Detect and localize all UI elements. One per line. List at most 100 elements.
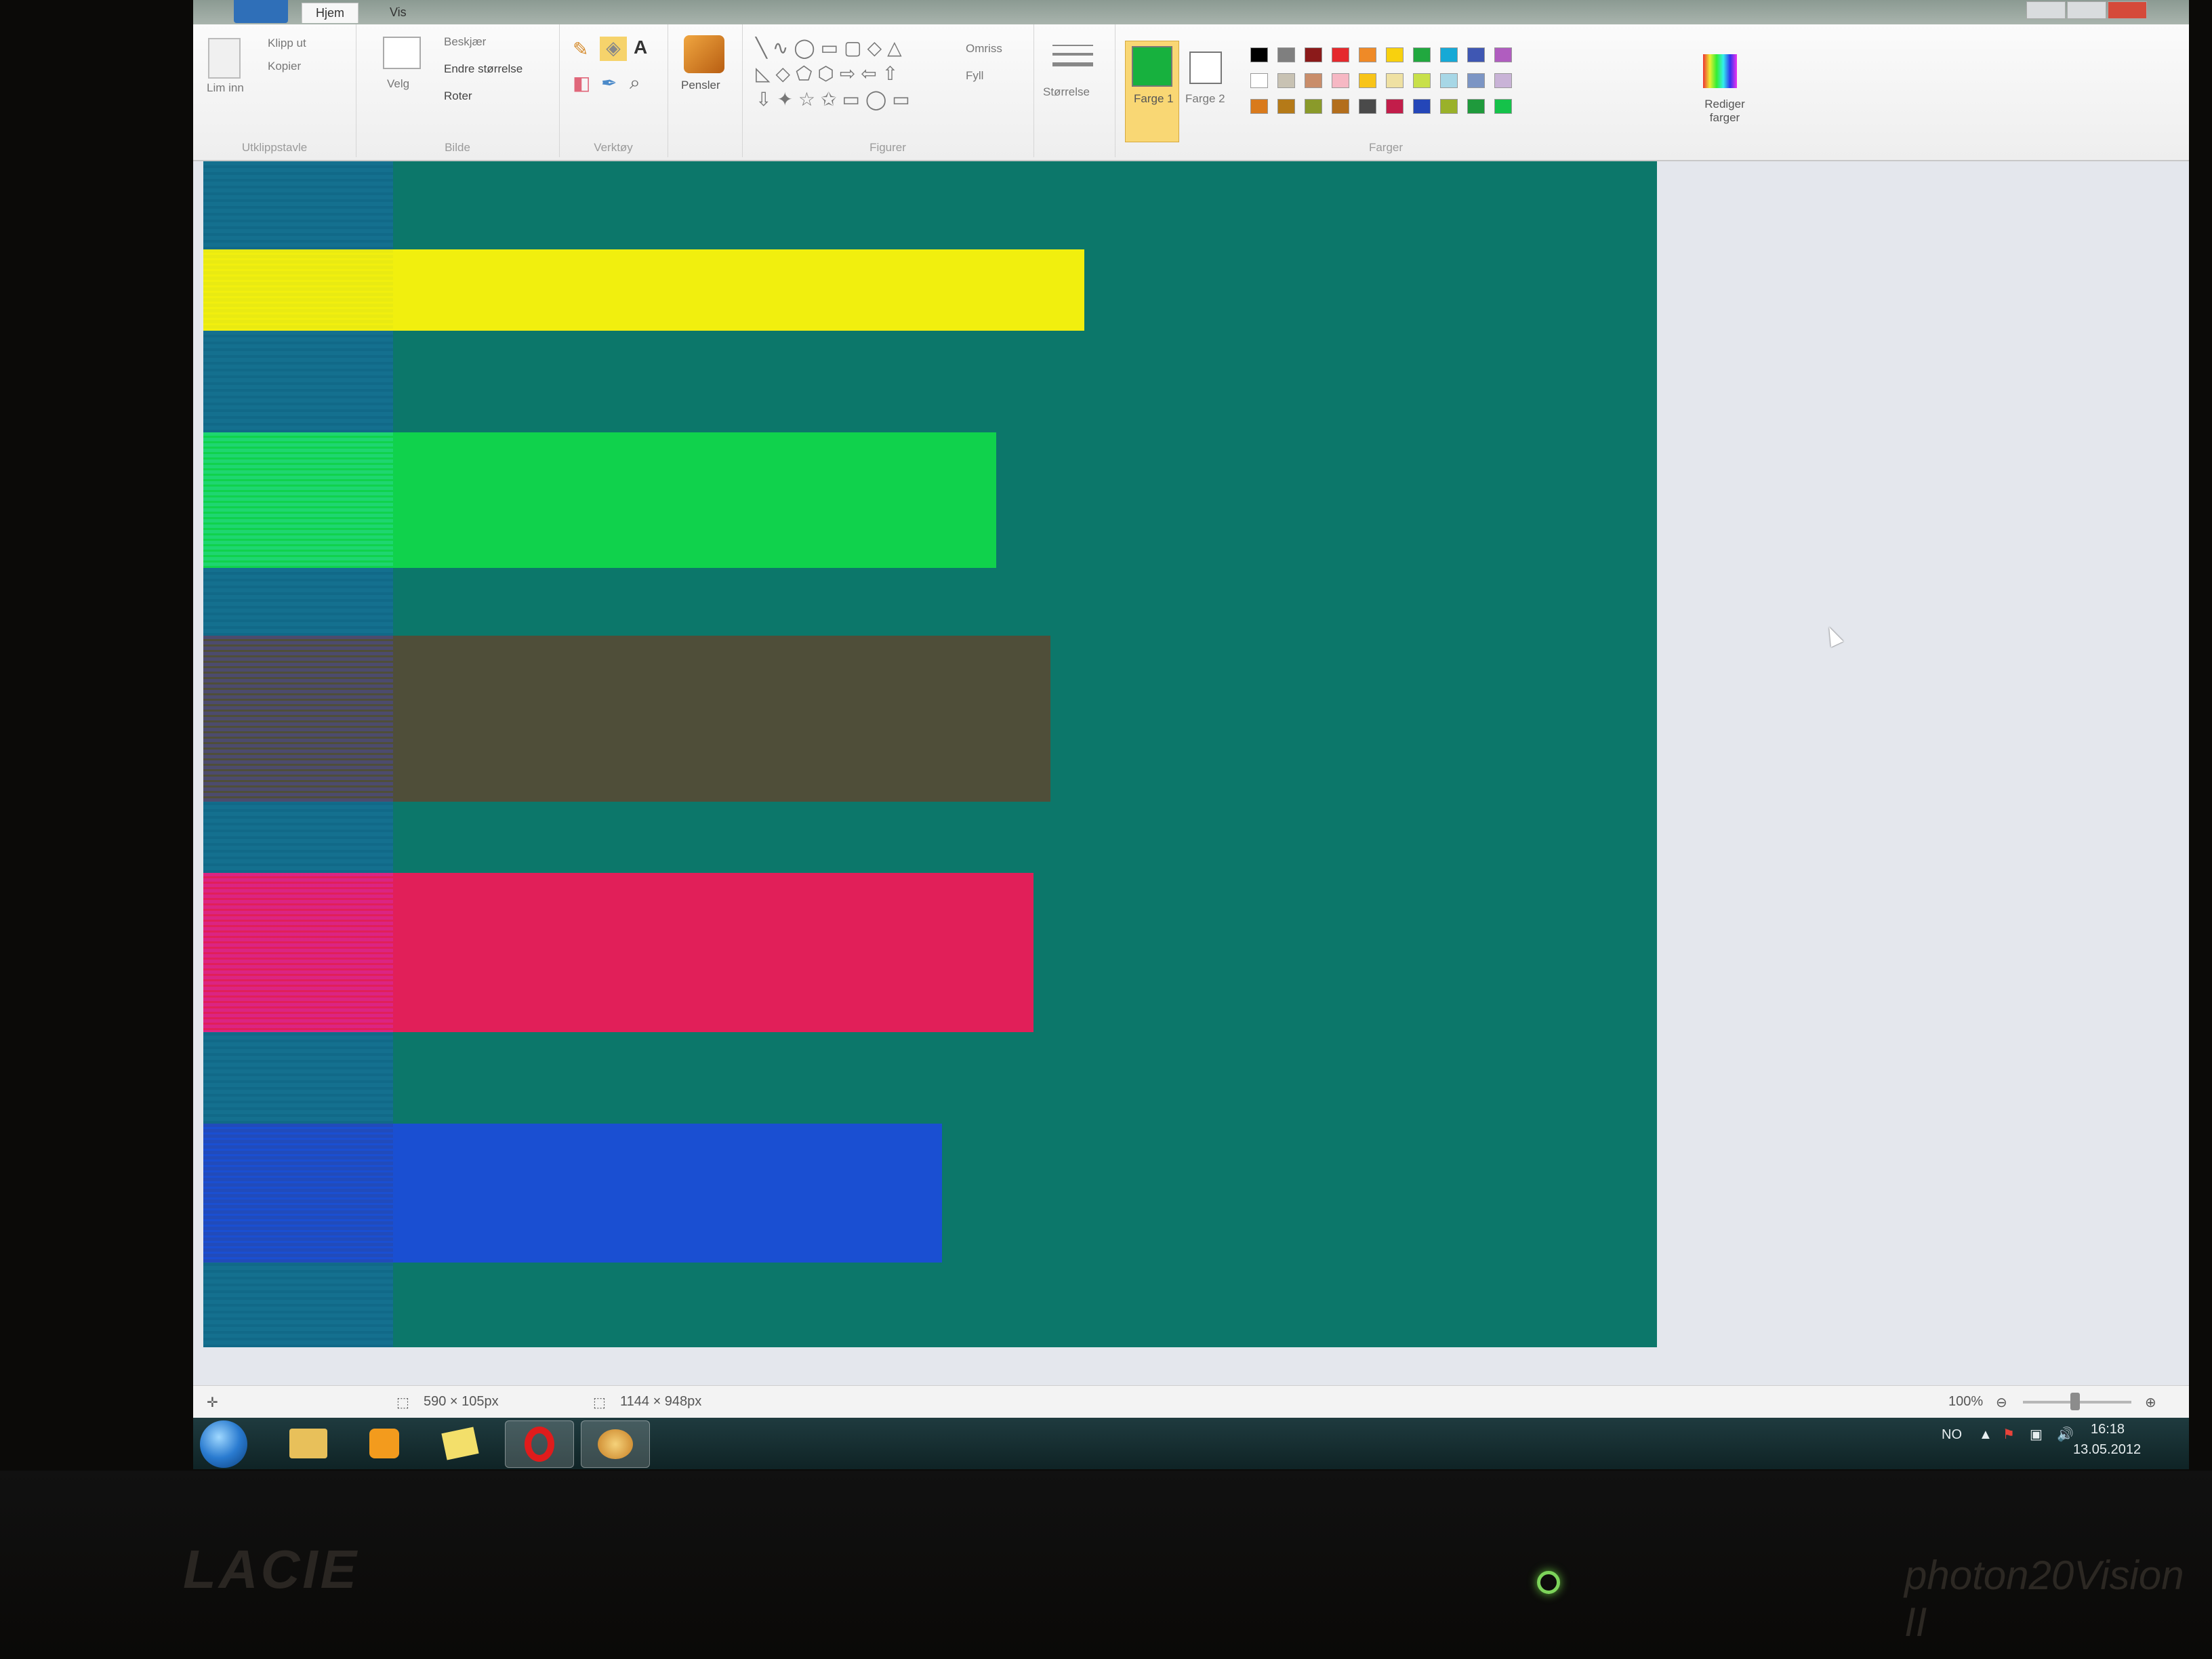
palette-swatch[interactable] (1250, 73, 1268, 88)
volume-icon[interactable]: 🔊 (2057, 1426, 2074, 1443)
language-indicator[interactable]: NO (1942, 1427, 1962, 1443)
palette-swatch[interactable] (1305, 47, 1322, 62)
drawing-canvas[interactable] (203, 161, 1657, 1347)
cursor-position-icon: ✛ (207, 1395, 218, 1410)
action-center-flag-icon[interactable]: ⚑ (2003, 1426, 2015, 1443)
show-hidden-icons-icon[interactable]: ▲ (1979, 1427, 1992, 1443)
group-label-shapes: Figurer (869, 141, 906, 154)
zoom-in-icon[interactable]: ⊕ (2145, 1394, 2156, 1411)
shapes-gallery[interactable]: ╲∿◯▭▢◇△ ◺◇⬠⬡⇨⇦⇧ ⇩✦☆✩▭◯▭ (756, 35, 945, 118)
tab-home[interactable]: Hjem (302, 3, 359, 23)
paste-icon[interactable] (208, 38, 241, 79)
title-bar: Hjem Vis (193, 0, 2189, 24)
palette-swatch[interactable] (1359, 47, 1376, 62)
select-button[interactable]: Velg (387, 77, 409, 91)
copy-button[interactable]: Kopier (268, 60, 301, 73)
group-image: Velg Beskjær Endre størrelse Roter Bilde (356, 24, 560, 157)
zoom-slider-thumb[interactable] (2070, 1393, 2080, 1410)
palette-swatch[interactable] (1359, 99, 1376, 114)
taskbar: NO ▲ ⚑ ▣ 🔊 16:18 13.05.2012 (193, 1418, 2189, 1469)
palette-swatch[interactable] (1467, 73, 1485, 88)
palette-swatch[interactable] (1305, 99, 1322, 114)
network-icon[interactable]: ▣ (2030, 1426, 2043, 1443)
size-button[interactable]: Størrelse (1043, 85, 1090, 99)
palette-swatch[interactable] (1467, 99, 1485, 114)
status-bar: ✛ ⬚ 590 × 105px ⬚ 1144 × 948px 100% ⊖ ⊕ (193, 1385, 2189, 1418)
text-icon[interactable]: A (634, 37, 647, 58)
palette-swatch[interactable] (1494, 47, 1512, 62)
palette-swatch[interactable] (1277, 73, 1295, 88)
palette-swatch[interactable] (1440, 47, 1458, 62)
opera-icon[interactable] (505, 1420, 574, 1468)
select-icon[interactable] (383, 37, 421, 69)
palette-swatch[interactable] (1386, 47, 1404, 62)
minimize-button[interactable] (2026, 1, 2066, 19)
group-tools: ✎ ◈ A ◧ ✒ ⌕ Verktøy (559, 24, 668, 157)
canvas-color-bar (203, 636, 1050, 802)
brush-icon[interactable] (684, 35, 724, 73)
brushes-button[interactable]: Pensler (681, 79, 720, 92)
clock-time[interactable]: 16:18 (2091, 1422, 2125, 1437)
screen: Hjem Vis Lim inn Klipp ut Kopier Utklipp… (193, 0, 2189, 1469)
paint-taskbar-icon[interactable] (581, 1420, 650, 1468)
palette-swatch[interactable] (1359, 73, 1376, 88)
outline-button[interactable]: Omriss (966, 42, 1002, 56)
monitor-model-label: photon20Vision II (1904, 1553, 2184, 1645)
cut-button[interactable]: Klipp ut (268, 37, 306, 50)
canvas-color-bar (203, 873, 1033, 1032)
ribbon: Lim inn Klipp ut Kopier Utklippstavle Ve… (193, 24, 2189, 161)
clock-date[interactable]: 13.05.2012 (2073, 1442, 2141, 1458)
palette-swatch[interactable] (1494, 73, 1512, 88)
image-size-icon: ⬚ (593, 1395, 606, 1410)
eraser-icon[interactable]: ◧ (573, 72, 590, 94)
size-line-icon-2 (1052, 53, 1093, 56)
edit-colors-button[interactable]: Rediger farger (1698, 98, 1752, 125)
selection-size: 590 × 105px (424, 1394, 499, 1409)
palette-swatch[interactable] (1440, 99, 1458, 114)
palette-swatch[interactable] (1386, 99, 1404, 114)
palette-swatch[interactable] (1413, 99, 1431, 114)
color-picker-icon[interactable]: ✒ (601, 72, 617, 94)
start-button[interactable] (200, 1420, 247, 1468)
maximize-button[interactable] (2067, 1, 2106, 19)
crop-button[interactable]: Beskjær (444, 35, 486, 49)
palette-swatch[interactable] (1440, 73, 1458, 88)
color1-label: Farge 1 (1134, 92, 1174, 105)
media-player-icon[interactable] (350, 1420, 418, 1467)
palette-swatch[interactable] (1332, 47, 1349, 62)
group-colors: Farge 1 Farge 2 Rediger farger Farger (1115, 24, 1765, 157)
palette-swatch[interactable] (1413, 47, 1431, 62)
magnifier-icon[interactable]: ⌕ (630, 72, 640, 94)
zoom-out-icon[interactable]: ⊖ (1996, 1394, 2007, 1411)
monitor-brand-logo: LACIE (183, 1539, 359, 1599)
image-size: 1144 × 948px (620, 1394, 702, 1409)
canvas-color-bar-left-segment (203, 1124, 393, 1263)
pencil-icon[interactable]: ✎ (573, 38, 588, 60)
paste-button[interactable]: Lim inn (207, 81, 244, 95)
palette-swatch[interactable] (1277, 99, 1295, 114)
palette-swatch[interactable] (1467, 47, 1485, 62)
color2-swatch[interactable] (1189, 52, 1222, 84)
group-brushes: Pensler (668, 24, 743, 157)
paint-menu-button[interactable] (234, 0, 288, 23)
palette-swatch[interactable] (1277, 47, 1295, 62)
palette-swatch[interactable] (1413, 73, 1431, 88)
palette-swatch[interactable] (1386, 73, 1404, 88)
palette-swatch[interactable] (1250, 47, 1268, 62)
close-button[interactable] (2108, 1, 2147, 19)
palette-swatch[interactable] (1250, 99, 1268, 114)
canvas-color-bar-left-segment (203, 249, 393, 331)
canvas-color-bar (203, 432, 996, 568)
palette-swatch[interactable] (1332, 73, 1349, 88)
palette-swatch[interactable] (1332, 99, 1349, 114)
fill-bucket-icon[interactable]: ◈ (600, 37, 627, 61)
notes-icon[interactable] (426, 1420, 494, 1467)
palette-swatch[interactable] (1494, 99, 1512, 114)
tab-view[interactable]: Vis (376, 3, 420, 23)
palette-swatch[interactable] (1305, 73, 1322, 88)
fill-button[interactable]: Fyll (966, 69, 983, 83)
resize-button[interactable]: Endre størrelse (444, 62, 523, 76)
rotate-button[interactable]: Roter (444, 89, 472, 103)
explorer-icon[interactable] (274, 1420, 342, 1467)
edit-colors-icon[interactable] (1703, 54, 1737, 88)
